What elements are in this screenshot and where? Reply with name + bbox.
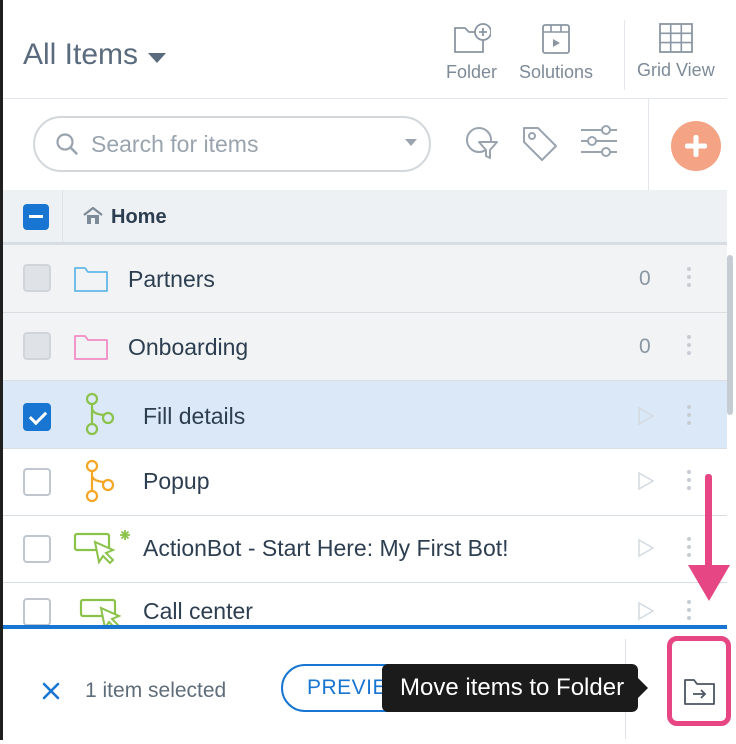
item-name: Onboarding [128,334,249,360]
row-checkbox[interactable] [23,403,51,431]
play-icon[interactable] [637,471,655,491]
folder-button[interactable]: Folder [446,22,497,83]
more-menu-icon[interactable] [687,405,691,429]
home-icon[interactable] [83,207,103,225]
items-list: Partners 0 Onboarding 0 Fill details Pop… [3,245,727,625]
selection-count: 1 item selected [85,679,227,702]
folder-icon [74,335,108,360]
add-button[interactable] [671,121,721,171]
search-input[interactable] [89,129,393,159]
sliders-icon[interactable] [579,124,619,158]
item-count: 0 [639,335,651,358]
list-item-flow[interactable]: Popup [3,448,727,516]
header-divider [624,20,625,90]
item-name: Fill details [143,403,246,429]
flow-icon [85,392,115,436]
folder-add-icon [453,23,491,53]
more-menu-icon[interactable] [687,537,691,561]
more-menu-icon[interactable] [687,470,691,494]
more-menu-icon[interactable] [687,267,691,291]
solutions-button[interactable]: Solutions [519,22,593,83]
list-item-bot[interactable]: ActionBot - Start Here: My First Bot! [3,515,727,583]
play-icon[interactable] [637,538,655,558]
annotation-arrow [705,474,712,574]
tag-icon[interactable] [520,124,560,162]
annotation-arrow-head [688,565,730,601]
row-checkbox[interactable] [23,264,51,292]
solutions-button-label: Solutions [519,62,594,82]
folder-icon [74,267,108,292]
select-all-checkbox[interactable] [23,204,49,230]
view-selector[interactable]: All Items [23,38,167,72]
list-scrollbar[interactable] [727,255,733,415]
list-item-flow[interactable]: Fill details [3,381,727,449]
breadcrumb-divider [62,190,63,242]
more-menu-icon[interactable] [687,600,691,624]
filter-icon[interactable] [463,124,501,160]
selection-action-bar: 1 item selected PREVIEW Move items to Fo… [3,625,727,744]
row-checkbox[interactable] [23,598,51,625]
grid-view-label: Grid View [637,60,715,80]
breadcrumb-home[interactable]: Home [111,206,167,229]
item-name: Partners [128,266,215,292]
actionbot-icon [79,598,122,625]
solutions-icon [542,24,570,54]
move-to-folder-tooltip: Move items to Folder [382,664,649,712]
search-box[interactable] [33,116,431,172]
row-checkbox[interactable] [23,332,51,360]
more-menu-icon[interactable] [687,335,691,359]
list-item-bot[interactable]: Call center [3,582,727,625]
list-item-folder[interactable]: Onboarding 0 [3,313,727,381]
flow-icon [85,459,115,503]
item-name: Popup [143,468,210,494]
row-checkbox[interactable] [23,468,51,496]
toolbar-divider [648,98,649,190]
actionbot-icon [73,530,130,565]
grid-view-icon [658,23,693,53]
header: All Items Folder Solutions Grid View [3,0,727,99]
item-name: Call center [143,598,253,624]
list-item-folder[interactable]: Partners 0 [3,245,727,313]
page-title: All Items [23,38,139,71]
chevron-down-icon [148,53,167,63]
grid-view-button[interactable]: Grid View [637,22,715,81]
item-count: 0 [639,267,651,290]
search-icon [56,133,78,155]
folder-button-label: Folder [446,62,498,82]
annotation-highlight-box [667,636,731,726]
play-icon[interactable] [637,601,655,621]
search-dropdown-icon[interactable] [405,139,417,146]
play-icon[interactable] [637,406,655,426]
breadcrumb: Home [3,190,727,245]
toolbar [3,98,727,191]
clear-selection-icon[interactable] [41,681,61,701]
row-checkbox[interactable] [23,535,51,563]
item-name: ActionBot - Start Here: My First Bot! [143,535,509,561]
